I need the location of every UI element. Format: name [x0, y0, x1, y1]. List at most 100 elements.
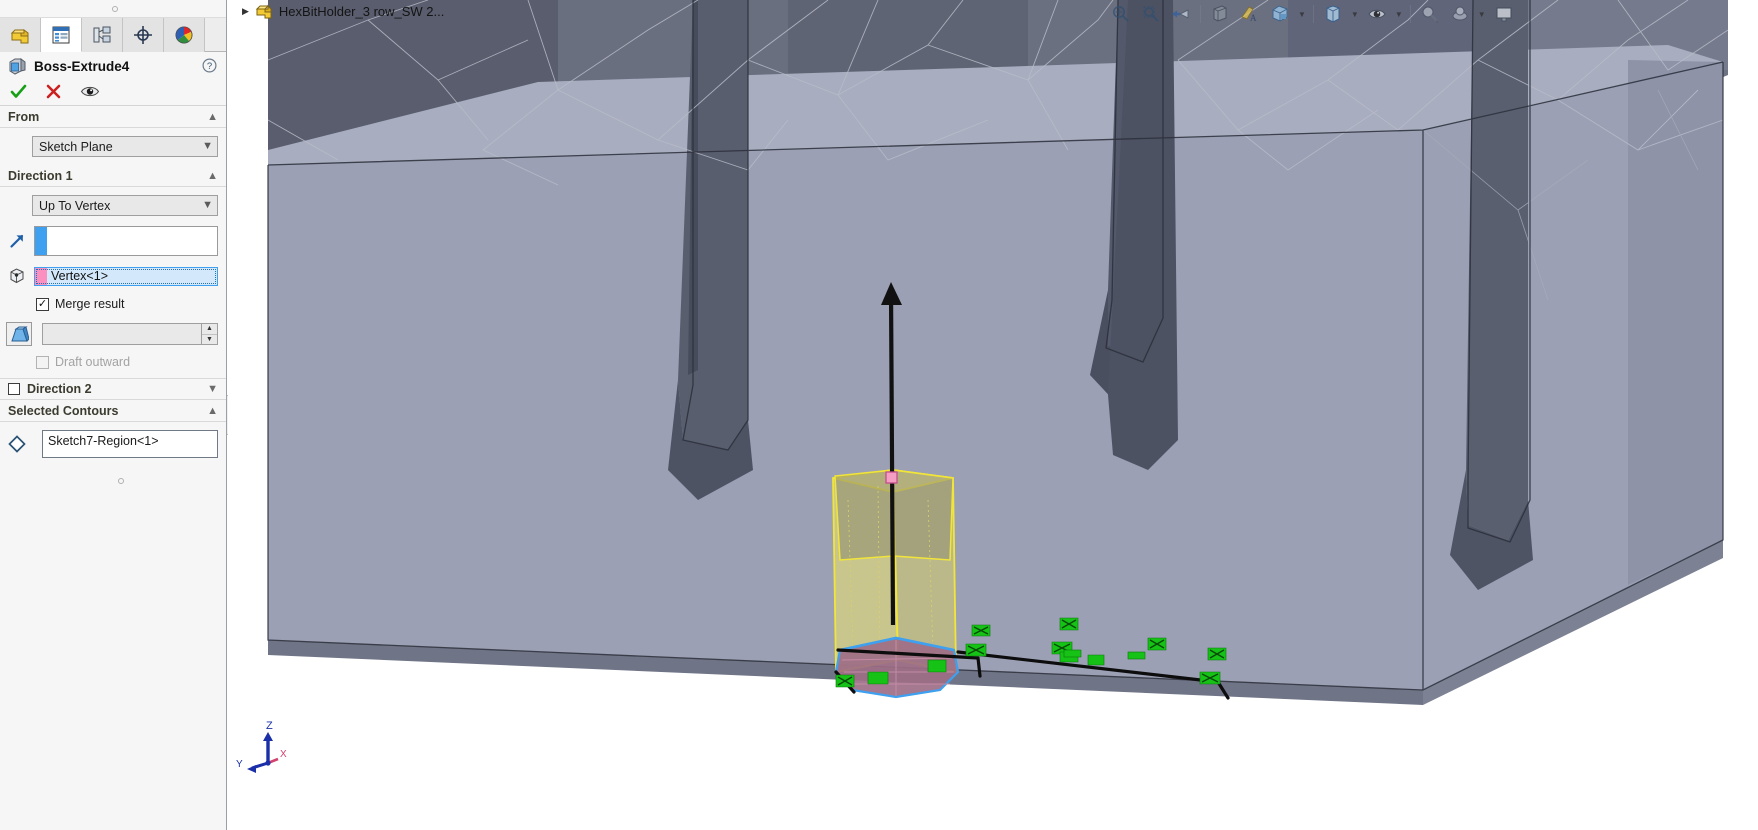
vertex-color-swatch — [35, 267, 47, 285]
direction-of-extrusion-field[interactable] — [34, 226, 218, 256]
graphics-viewport[interactable]: Z Y X ▶ HexBitHolder_3 row_SW 2... A ▼ ▼… — [228, 0, 1758, 830]
tab-configuration-manager[interactable] — [82, 18, 123, 52]
property-manager-title-bar: Boss-Extrude4 ? — [0, 52, 226, 80]
view-setting-panel-button[interactable] — [1491, 1, 1517, 27]
zoom-to-fit-icon — [1113, 6, 1129, 22]
zoom-to-fit-button[interactable] — [1108, 1, 1134, 27]
model-render: Z Y X — [228, 0, 1758, 830]
edit-appearance-button[interactable] — [1417, 1, 1443, 27]
eye-icon — [80, 86, 100, 96]
ok-button[interactable] — [10, 83, 27, 103]
x-mark-icon — [46, 84, 61, 98]
zoom-to-area-button[interactable] — [1138, 1, 1164, 27]
from-condition-select[interactable]: Sketch Plane — [32, 136, 218, 157]
section-body-selected-contours: Sketch7-Region<1> — [0, 422, 226, 466]
section-header-selected-contours[interactable]: Selected Contours ▲ — [0, 400, 226, 422]
property-manager-action-bar — [0, 80, 226, 106]
draft-angle-stepper[interactable]: ▲ ▼ — [201, 323, 218, 345]
apply-scene-button[interactable] — [1447, 1, 1473, 27]
direction2-enable-checkbox[interactable] — [8, 383, 20, 395]
merge-result-row[interactable]: ✓ Merge result — [0, 294, 226, 314]
panel-pin-dot[interactable] — [112, 6, 118, 12]
view-orientation-button[interactable]: A — [1237, 1, 1263, 27]
stepper-down-icon[interactable]: ▼ — [202, 335, 217, 345]
tab-display-manager[interactable] — [164, 18, 205, 52]
tree-expand-arrow-icon[interactable]: ▶ — [242, 6, 249, 17]
cancel-button[interactable] — [45, 83, 62, 103]
draft-outward-row: Draft outward — [0, 352, 226, 372]
arrow-diagonal-icon — [10, 234, 24, 248]
help-icon[interactable]: ? — [202, 58, 217, 76]
solid-body — [267, 0, 1729, 705]
document-title: HexBitHolder_3 row_SW 2... — [278, 3, 445, 19]
view-settings-dropdown-caret[interactable]: ▼ — [1395, 10, 1403, 19]
section-body-direction1: Up To Vertex ▼ Vertex<1> ✓ Merge result … — [0, 187, 226, 378]
tab-feature-manager[interactable] — [0, 18, 41, 52]
svg-text:A: A — [1250, 13, 1257, 23]
display-style-button[interactable] — [1267, 1, 1293, 27]
direction-reference-value — [47, 227, 217, 255]
section-view-button[interactable] — [1207, 1, 1233, 27]
section-label-direction2: Direction 2 — [27, 382, 92, 396]
section-header-from[interactable]: From ▲ — [0, 106, 226, 128]
dimxpert-icon — [134, 26, 152, 44]
reverse-direction-icon[interactable] — [6, 231, 28, 251]
zoom-to-area-icon — [1143, 6, 1159, 22]
property-manager-icon — [52, 26, 70, 43]
tab-property-manager[interactable] — [41, 18, 82, 52]
hide-show-items-button[interactable] — [1320, 1, 1346, 27]
triad-y-label: Y — [236, 759, 243, 770]
diamond-contour-icon — [8, 435, 26, 453]
selected-contours-value: Sketch7-Region<1> — [48, 434, 159, 448]
draft-icon — [10, 325, 29, 342]
stepper-up-icon[interactable]: ▲ — [202, 324, 217, 335]
end-condition-row: Up To Vertex ▼ — [0, 193, 226, 218]
feature-tree-overlay[interactable]: ▶ HexBitHolder_3 row_SW 2... — [242, 2, 444, 20]
contour-select-icon — [6, 434, 28, 454]
section-label-from: From — [8, 109, 40, 124]
previous-view-button[interactable] — [1168, 1, 1194, 27]
vertex-reference-value: Vertex<1> — [51, 268, 108, 283]
heads-up-view-toolbar[interactable]: A ▼ ▼ ▼ ▼ — [1108, 0, 1517, 28]
triad-x-label: X — [280, 749, 287, 760]
selected-contours-field[interactable]: Sketch7-Region<1> — [42, 430, 218, 458]
section-header-direction2[interactable]: Direction 2 ▼ — [0, 378, 226, 400]
svg-text:?: ? — [207, 61, 212, 72]
tab-dimxpert-manager[interactable] — [123, 18, 164, 52]
vertex-selection-icon — [6, 266, 28, 286]
display-manager-icon — [175, 26, 193, 44]
toolbar-separator — [1409, 5, 1411, 23]
detailed-preview-button[interactable] — [80, 84, 100, 102]
display-style-dropdown-caret[interactable]: ▼ — [1298, 10, 1306, 19]
hide-show-dropdown-caret[interactable]: ▼ — [1351, 10, 1359, 19]
toolbar-separator — [1312, 5, 1314, 23]
view-orientation-icon: A — [1241, 6, 1257, 23]
draft-angle-input[interactable] — [42, 323, 201, 345]
page-title: Boss-Extrude4 — [34, 58, 130, 74]
panel-top-strip — [0, 0, 226, 18]
selected-vertex-marker[interactable] — [885, 471, 898, 484]
direction-color-swatch — [35, 227, 47, 255]
draft-on-off-icon[interactable] — [6, 322, 32, 346]
selected-contours-row: Sketch7-Region<1> — [0, 428, 226, 460]
section-header-direction1[interactable]: Direction 1 ▲ — [0, 165, 226, 187]
section-label-selected-contours: Selected Contours — [8, 403, 119, 418]
eye-view-icon — [1368, 9, 1386, 19]
cube-vertex-icon — [10, 268, 24, 284]
triad-z-label: Z — [266, 720, 273, 732]
vertex-reference-row: Vertex<1> — [0, 264, 226, 288]
previous-view-icon — [1172, 9, 1189, 19]
configuration-manager-icon — [93, 26, 111, 43]
view-settings-button[interactable] — [1364, 1, 1390, 27]
apply-scene-dropdown-caret[interactable]: ▼ — [1478, 10, 1486, 19]
up-to-vertex-field[interactable]: Vertex<1> — [34, 266, 218, 286]
toolbar-separator — [1200, 5, 1201, 23]
section-body-from: Sketch Plane ▼ — [0, 128, 226, 165]
chevron-up-icon: ▲ — [207, 110, 218, 123]
panel-resize-dot[interactable] — [118, 478, 124, 484]
draft-angle-row: ▲ ▼ — [0, 320, 226, 348]
merge-result-checkbox[interactable]: ✓ — [36, 297, 49, 311]
chevron-down-icon: ▼ — [207, 383, 218, 395]
draft-outward-checkbox — [36, 355, 49, 369]
end-condition-select[interactable]: Up To Vertex — [32, 195, 218, 216]
